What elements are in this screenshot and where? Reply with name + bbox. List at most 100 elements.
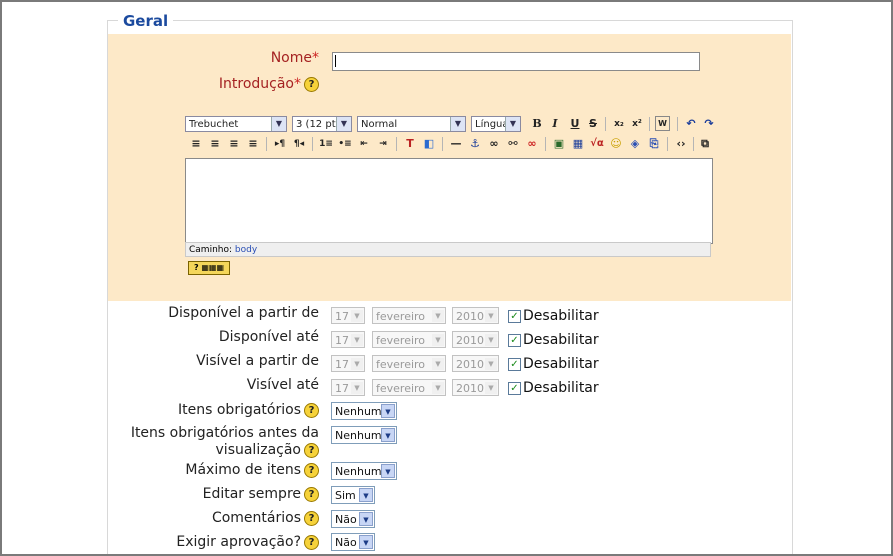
underline-icon[interactable]: U bbox=[567, 116, 583, 132]
unlink-icon[interactable]: ⚯ bbox=[505, 136, 521, 152]
required-before-view-label: Itens obrigatórios antes da visualização? bbox=[130, 425, 319, 458]
edit-always-label: Editar sempre? bbox=[203, 486, 319, 502]
chevron-down-icon: ▼ bbox=[432, 358, 444, 370]
nolink-icon[interactable]: ∞ bbox=[524, 136, 540, 152]
link-icon[interactable]: ∞ bbox=[486, 136, 502, 152]
bullet-list-icon[interactable]: •≡ bbox=[337, 136, 353, 152]
chevron-down-icon: ▼ bbox=[485, 310, 497, 322]
date-label: Disponível a partir de bbox=[168, 305, 319, 321]
special-char-icon[interactable]: ◈ bbox=[627, 136, 643, 152]
toolbar-divider bbox=[442, 137, 443, 151]
numbered-list-icon[interactable]: 1≡ bbox=[318, 136, 334, 152]
italic-icon[interactable]: I bbox=[547, 116, 563, 132]
text-color-icon[interactable]: T bbox=[402, 136, 418, 152]
chevron-down-icon: ▼ bbox=[359, 512, 373, 526]
search-replace-icon[interactable]: ⎘ bbox=[646, 136, 662, 152]
comments-label: Comentários? bbox=[212, 510, 319, 526]
month-select: fevereiro ▼ bbox=[372, 331, 446, 348]
comments-select[interactable]: Não ▼ bbox=[331, 510, 375, 528]
disable-checkbox[interactable]: ✓ bbox=[508, 358, 521, 371]
language-select[interactable]: Língua ▼ bbox=[471, 116, 521, 132]
date-label: Disponível até bbox=[218, 329, 319, 345]
rtl-icon[interactable]: ¶◂ bbox=[291, 136, 307, 152]
chevron-down-icon: ▼ bbox=[351, 382, 363, 394]
fieldset-legend[interactable]: Geral bbox=[118, 12, 174, 30]
disable-label: Desabilitar bbox=[523, 308, 599, 324]
help-icon[interactable]: ? bbox=[304, 76, 319, 92]
align-center-icon[interactable]: ≡ bbox=[207, 136, 223, 152]
window-frame: Geral Nome* Introdução*? Trebuchet ▼ 3 (1… bbox=[0, 0, 893, 556]
required-before-view-select[interactable]: Nenhum ▼ bbox=[331, 426, 397, 444]
html-source-icon[interactable]: ‹› bbox=[673, 136, 689, 152]
toolbar-divider bbox=[677, 117, 678, 131]
html-editor: Trebuchet ▼ 3 (12 pt) ▼ Normal ▼ Língua ▼ B … bbox=[185, 114, 714, 257]
help-icon[interactable]: ? bbox=[304, 402, 319, 418]
keyboard-help-icon[interactable]: ? ▦▦▦ bbox=[188, 261, 230, 275]
name-input[interactable] bbox=[332, 52, 700, 71]
image-icon[interactable]: ▣ bbox=[551, 136, 567, 152]
ltr-icon[interactable]: ▸¶ bbox=[272, 136, 288, 152]
year-select: 2010 ▼ bbox=[452, 355, 499, 372]
day-select: 17 ▼ bbox=[331, 331, 365, 348]
month-select: fevereiro ▼ bbox=[372, 307, 446, 324]
help-icon[interactable]: ? bbox=[304, 462, 319, 478]
strikethrough-icon[interactable]: S bbox=[585, 116, 601, 132]
require-approval-label: Exigir aprovação?? bbox=[176, 534, 319, 550]
max-items-select[interactable]: Nenhum ▼ bbox=[331, 462, 397, 480]
fullscreen-icon[interactable]: ⧉ bbox=[697, 136, 713, 152]
chevron-down-icon: ▼ bbox=[351, 310, 363, 322]
outdent-icon[interactable]: ⇤ bbox=[356, 136, 372, 152]
year-select: 2010 ▼ bbox=[452, 379, 499, 396]
month-select: fevereiro ▼ bbox=[372, 355, 446, 372]
indent-icon[interactable]: ⇥ bbox=[375, 136, 391, 152]
edit-always-select[interactable]: Sim ▼ bbox=[331, 486, 375, 504]
smiley-icon[interactable]: ☺ bbox=[608, 136, 624, 152]
clean-word-icon[interactable]: W bbox=[655, 116, 670, 131]
day-select: 17 ▼ bbox=[331, 307, 365, 324]
align-right-icon[interactable]: ≡ bbox=[226, 136, 242, 152]
chevron-down-icon: ▼ bbox=[432, 310, 444, 322]
required-items-select[interactable]: Nenhum ▼ bbox=[331, 402, 397, 420]
horizontal-rule-icon[interactable]: — bbox=[448, 136, 464, 152]
undo-icon[interactable]: ↶ bbox=[683, 116, 699, 132]
font-select[interactable]: Trebuchet ▼ bbox=[185, 116, 287, 132]
path-body-link[interactable]: body bbox=[235, 245, 257, 255]
help-icon[interactable]: ? bbox=[304, 486, 319, 502]
chevron-down-icon: ▼ bbox=[351, 358, 363, 370]
chevron-down-icon: ▼ bbox=[485, 358, 497, 370]
chevron-down-icon: ▼ bbox=[336, 117, 351, 131]
chevron-down-icon: ▼ bbox=[359, 488, 373, 502]
math-icon[interactable]: √α bbox=[589, 136, 605, 152]
help-icon[interactable]: ? bbox=[304, 442, 319, 458]
superscript-icon[interactable]: x² bbox=[629, 116, 645, 132]
text-caret bbox=[335, 55, 336, 67]
disable-checkbox[interactable]: ✓ bbox=[508, 310, 521, 323]
background-color-icon[interactable]: ◧ bbox=[421, 136, 437, 152]
max-items-label: Máximo de itens? bbox=[185, 462, 319, 478]
disable-checkbox[interactable]: ✓ bbox=[508, 334, 521, 347]
require-approval-select[interactable]: Não ▼ bbox=[331, 533, 375, 551]
help-icon[interactable]: ? bbox=[304, 534, 319, 550]
toolbar-divider bbox=[266, 137, 267, 151]
bold-icon[interactable]: B bbox=[529, 116, 545, 132]
toolbar-divider bbox=[545, 137, 546, 151]
justify-icon[interactable]: ≡ bbox=[245, 136, 261, 152]
toolbar-divider bbox=[312, 137, 313, 151]
align-left-icon[interactable]: ≡ bbox=[188, 136, 204, 152]
disable-checkbox[interactable]: ✓ bbox=[508, 382, 521, 395]
format-select[interactable]: Normal ▼ bbox=[357, 116, 466, 132]
redo-icon[interactable]: ↷ bbox=[701, 116, 717, 132]
toolbar-divider bbox=[605, 117, 606, 131]
name-label: Nome* bbox=[270, 50, 319, 66]
anchor-icon[interactable]: ⚓ bbox=[467, 136, 483, 152]
table-icon[interactable]: ▦ bbox=[570, 136, 586, 152]
year-select: 2010 ▼ bbox=[452, 307, 499, 324]
chevron-down-icon: ▼ bbox=[381, 464, 395, 478]
chevron-down-icon: ▼ bbox=[485, 382, 497, 394]
editor-textarea[interactable] bbox=[185, 158, 713, 244]
date-label: Visível a partir de bbox=[196, 353, 319, 369]
help-icon[interactable]: ? bbox=[304, 510, 319, 526]
size-select[interactable]: 3 (12 pt) ▼ bbox=[292, 116, 352, 132]
chevron-down-icon: ▼ bbox=[351, 334, 363, 346]
subscript-icon[interactable]: x₂ bbox=[611, 116, 627, 132]
